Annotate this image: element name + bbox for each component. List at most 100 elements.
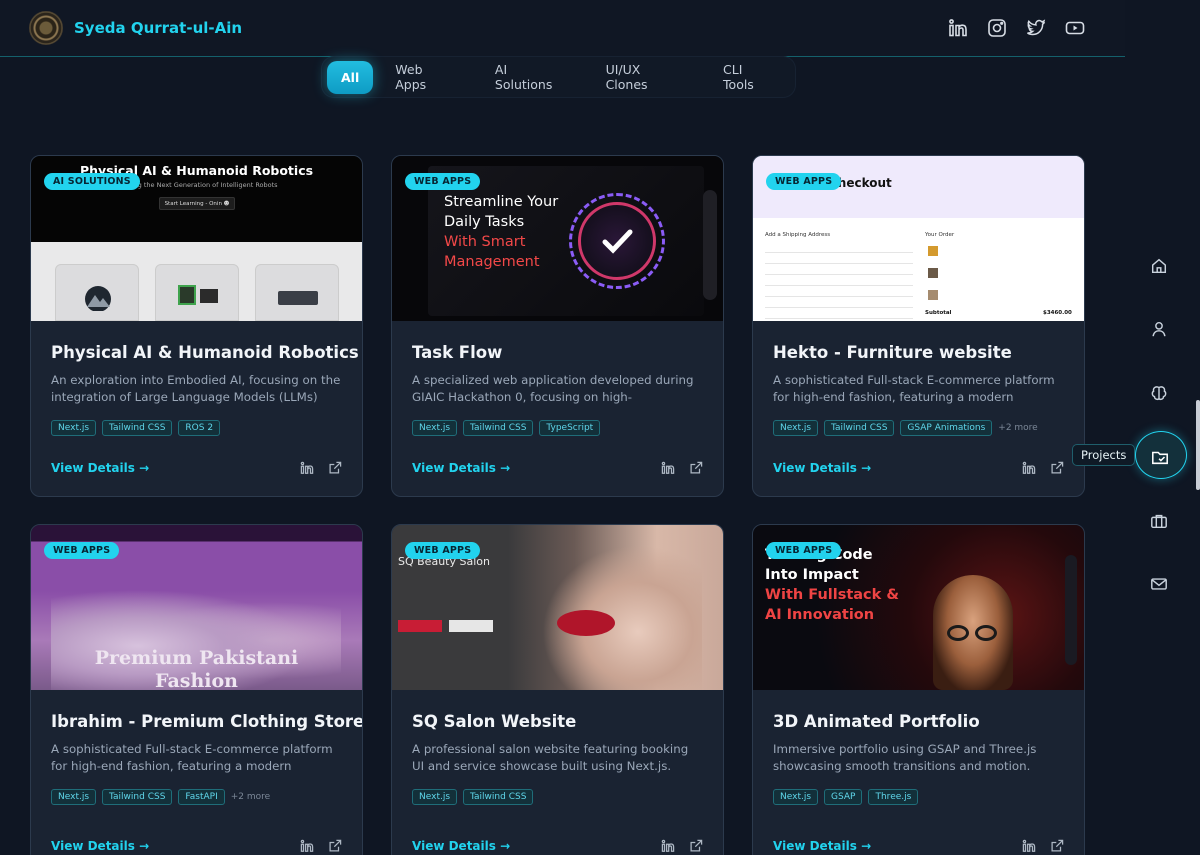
- thumb-label: $3460.00: [1043, 310, 1072, 316]
- project-card[interactable]: Turning Code Into Impact With Fullstack …: [752, 524, 1085, 855]
- site-header: Syeda Qurrat-ul-Ain: [0, 0, 1125, 57]
- tab-cli-tools[interactable]: CLI Tools: [703, 53, 795, 101]
- tech-tag: ROS 2: [178, 420, 221, 436]
- project-title: Hekto - Furniture website: [773, 343, 1012, 362]
- home-icon[interactable]: [1150, 257, 1168, 275]
- view-details-link[interactable]: View Details →: [773, 461, 871, 475]
- filter-tabs: All Web Apps AI Solutions UI/UX Clones C…: [322, 57, 795, 97]
- mail-icon[interactable]: [1150, 575, 1168, 593]
- tech-tag: Tailwind CSS: [463, 420, 534, 436]
- project-thumbnail: Streamline Your Daily Tasks With Smart M…: [392, 156, 723, 321]
- external-link-icon[interactable]: [689, 839, 703, 853]
- tech-tags: Next.js Tailwind CSS: [412, 788, 703, 806]
- external-link-icon[interactable]: [328, 839, 342, 853]
- tech-tag: Next.js: [412, 420, 458, 436]
- tech-tags: Next.js GSAP Three.js: [773, 788, 1064, 806]
- thumb-button: Start Learning - Onin ☻: [159, 197, 235, 210]
- linkedin-icon[interactable]: [300, 839, 314, 853]
- external-link-icon[interactable]: [689, 461, 703, 475]
- project-description: A sophisticated Full-stack E-commerce pl…: [773, 373, 1055, 404]
- project-thumbnail: SQ Beauty Salon WEB APPS: [392, 525, 723, 690]
- twitter-icon[interactable]: [1026, 18, 1046, 38]
- scrollbar[interactable]: [1125, 0, 1200, 855]
- project-card[interactable]: SQ Beauty Salon WEB APPS SQ Salon Websit…: [391, 524, 724, 855]
- social-links: [948, 18, 1085, 38]
- tech-tag: Tailwind CSS: [463, 789, 534, 805]
- view-details-link[interactable]: View Details →: [51, 839, 149, 853]
- tech-tag: Three.js: [868, 789, 919, 805]
- project-title: Task Flow: [412, 343, 503, 362]
- tech-tag: Tailwind CSS: [102, 789, 173, 805]
- tech-tag: GSAP: [824, 789, 863, 805]
- thumb-ring: [569, 193, 665, 289]
- category-badge: WEB APPS: [405, 173, 481, 190]
- tech-tag: Next.js: [773, 420, 819, 436]
- projects-icon[interactable]: [1151, 448, 1169, 466]
- project-description: A specialized web application developed …: [412, 373, 694, 404]
- tech-tag: Tailwind CSS: [824, 420, 895, 436]
- linkedin-icon[interactable]: [1022, 839, 1036, 853]
- user-icon[interactable]: [1150, 320, 1168, 338]
- project-thumbnail: Premium Pakistani Fashion WEB APPS: [31, 525, 362, 690]
- linkedin-icon[interactable]: [661, 839, 675, 853]
- view-details-link[interactable]: View Details →: [51, 461, 149, 475]
- project-title: Physical AI & Humanoid Robotics: [51, 343, 359, 362]
- brain-icon[interactable]: [1150, 384, 1168, 402]
- project-card[interactable]: Premium Pakistani Fashion WEB APPS Ibrah…: [30, 524, 363, 855]
- more-tags: +2 more: [998, 423, 1038, 433]
- tab-ai-solutions[interactable]: AI Solutions: [475, 53, 586, 101]
- thumb-panel: [55, 264, 139, 321]
- tech-tag: FastAPI: [178, 789, 225, 805]
- linkedin-icon[interactable]: [300, 461, 314, 475]
- tab-web-apps[interactable]: Web Apps: [375, 53, 475, 101]
- external-link-icon[interactable]: [1050, 461, 1064, 475]
- thumb-label: Add a Shipping Address: [765, 232, 831, 238]
- project-title: Ibrahim - Premium Clothing Store: [51, 712, 363, 731]
- category-badge: WEB APPS: [766, 542, 842, 559]
- thumb-heading: Streamline Your Daily Tasks With Smart M…: [444, 194, 559, 270]
- instagram-icon[interactable]: [987, 18, 1007, 38]
- view-details-link[interactable]: View Details →: [412, 839, 510, 853]
- thumb-avatar: [933, 575, 1013, 690]
- project-title: 3D Animated Portfolio: [773, 712, 980, 731]
- tech-tag: Next.js: [51, 420, 97, 436]
- category-badge: AI SOLUTIONS: [44, 173, 140, 190]
- thumb-heading: Premium Pakistani Fashion: [94, 647, 299, 690]
- youtube-icon[interactable]: [1065, 18, 1085, 38]
- thumb-panel: [155, 264, 239, 321]
- project-card[interactable]: Checkout Add a Shipping Address Your Ord…: [752, 155, 1085, 497]
- project-thumbnail: Turning Code Into Impact With Fullstack …: [753, 525, 1084, 690]
- scrollbar-thumb[interactable]: [1196, 400, 1200, 490]
- project-description: An exploration into Embodied AI, focusin…: [51, 373, 341, 404]
- brand-name[interactable]: Syeda Qurrat-ul-Ain: [74, 19, 242, 37]
- tab-all[interactable]: All: [327, 60, 374, 94]
- view-details-link[interactable]: View Details →: [412, 461, 510, 475]
- more-tags: +2 more: [230, 792, 271, 802]
- logo[interactable]: [29, 11, 63, 45]
- view-details-link[interactable]: View Details →: [773, 839, 871, 853]
- tab-uiux-clones[interactable]: UI/UX Clones: [586, 53, 703, 101]
- tech-tag: Next.js: [51, 789, 97, 805]
- tech-tag: Tailwind CSS: [102, 420, 173, 436]
- linkedin-icon[interactable]: [661, 461, 675, 475]
- tech-tag: Next.js: [412, 789, 458, 805]
- tech-tag: Next.js: [773, 789, 819, 805]
- project-card[interactable]: Physical AI & Humanoid Robotics Building…: [30, 155, 363, 497]
- tech-tag: TypeScript: [539, 420, 601, 436]
- project-description: Immersive portfolio using GSAP and Three…: [773, 742, 1037, 773]
- briefcase-icon[interactable]: [1150, 512, 1168, 530]
- category-badge: WEB APPS: [766, 173, 842, 190]
- external-link-icon[interactable]: [1050, 839, 1064, 853]
- project-card[interactable]: Streamline Your Daily Tasks With Smart M…: [391, 155, 724, 497]
- tech-tags: Next.js Tailwind CSS TypeScript: [412, 419, 703, 437]
- tech-tags: Next.js Tailwind CSS FastAPI +2 more: [51, 788, 342, 806]
- linkedin-icon[interactable]: [1022, 461, 1036, 475]
- category-badge: WEB APPS: [405, 542, 481, 559]
- nav-tooltip: Projects: [1072, 444, 1136, 466]
- linkedin-icon[interactable]: [948, 18, 968, 38]
- thumb-label: Subtotal: [925, 310, 952, 316]
- tech-tags: Next.js Tailwind CSS GSAP Animations +2 …: [773, 419, 1064, 437]
- project-title: SQ Salon Website: [412, 712, 577, 731]
- tech-tag: GSAP Animations: [900, 420, 993, 436]
- external-link-icon[interactable]: [328, 461, 342, 475]
